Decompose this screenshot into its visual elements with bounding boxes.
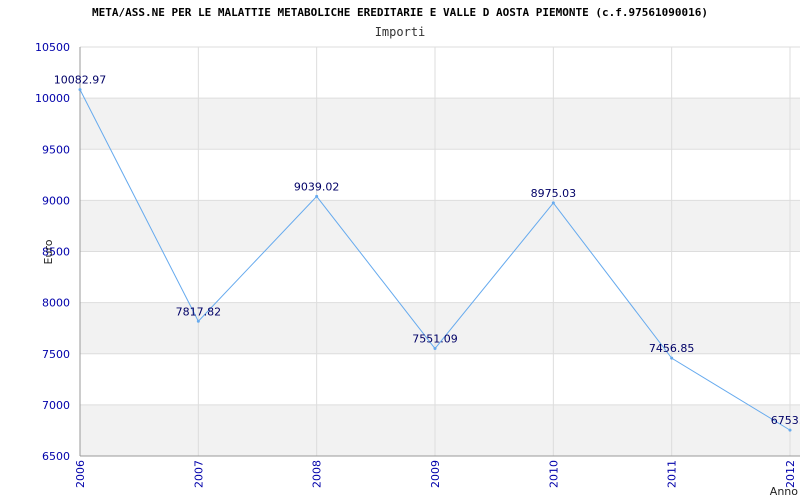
x-tick-label: 2009 [429, 460, 442, 488]
data-label: 7817.82 [176, 305, 222, 318]
y-tick-label: 6500 [42, 450, 70, 463]
grid-band [80, 200, 800, 252]
data-point [433, 347, 437, 351]
data-point [551, 201, 555, 205]
data-label: 7551.09 [412, 333, 458, 346]
data-point [788, 428, 792, 432]
x-tick-label: 2006 [74, 460, 87, 488]
grid-band [80, 404, 800, 456]
y-tick-label: 7500 [42, 348, 70, 361]
data-label: 7456.85 [649, 342, 695, 355]
background-bands [80, 98, 800, 456]
y-tick-label: 10000 [35, 92, 70, 105]
data-label: 10082.97 [54, 74, 107, 87]
x-tick-label: 2012 [784, 460, 797, 488]
y-axis-label: Euro [42, 239, 55, 264]
data-point [196, 319, 200, 323]
line-chart: 65007000750080008500900095001000010500 2… [35, 41, 800, 498]
y-tick-label: 8000 [42, 297, 70, 310]
data-point [315, 194, 319, 198]
data-label: 9039.02 [294, 180, 340, 193]
x-tick-labels: 2006 2007 2008 2009 2010 2011 2012 [74, 460, 797, 488]
y-tick-label: 7000 [42, 399, 70, 412]
x-tick-label: 2007 [192, 460, 205, 488]
x-tick-label: 2011 [666, 460, 679, 488]
x-tick-label: 2008 [311, 460, 324, 488]
data-point [670, 356, 674, 360]
y-tick-label: 9000 [42, 194, 70, 207]
y-tick-label: 10500 [35, 41, 70, 54]
data-label: 6753.0 [771, 414, 800, 427]
grid-band [80, 98, 800, 150]
x-tick-label: 2010 [547, 460, 560, 488]
y-tick-label: 9500 [42, 143, 70, 156]
data-label: 8975.03 [531, 187, 577, 200]
x-axis-label: Anno [770, 485, 798, 498]
data-point [78, 88, 82, 92]
